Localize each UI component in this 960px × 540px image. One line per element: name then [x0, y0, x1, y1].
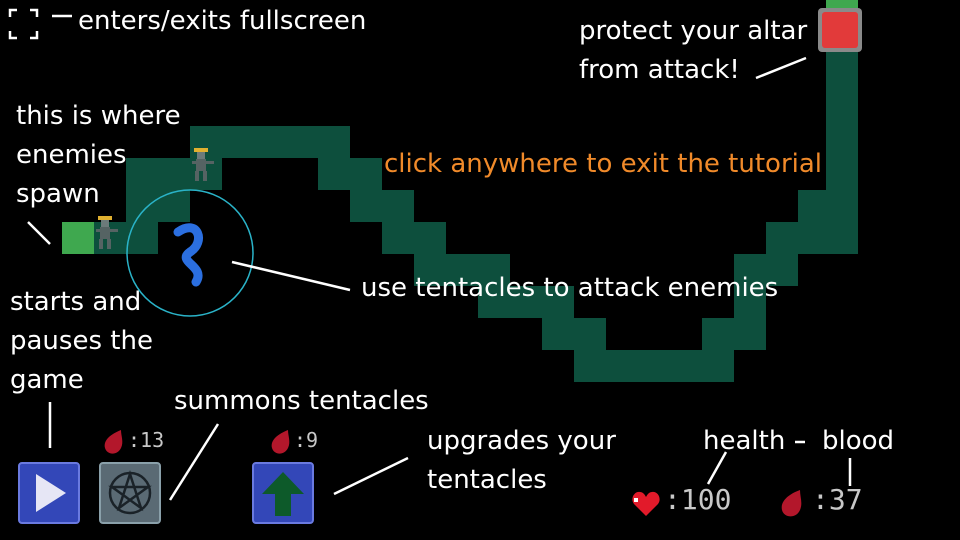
altar-hint-line2: from attack! [579, 55, 740, 85]
altar-hint-line1: protect your altar [579, 16, 808, 46]
health-label: health [703, 426, 786, 456]
exit-tutorial-hint[interactable]: click anywhere to exit the tutorial [384, 145, 822, 183]
upgrade-hint-line2: tentacles [427, 465, 547, 495]
health-value: :100 [664, 483, 732, 516]
fullscreen-icon[interactable] [8, 8, 39, 40]
enemy-spawn-tile [62, 222, 94, 254]
altar-icon [818, 0, 862, 52]
play-icon [36, 474, 66, 512]
upgrade-cost: :9 [294, 428, 319, 452]
blood-drop-icon [271, 430, 290, 454]
spawn-hint-line3: spawn [16, 179, 100, 209]
pentagram-icon [108, 469, 152, 515]
blood-label: blood [822, 426, 895, 456]
blood-drop-icon [781, 490, 802, 517]
game-stage[interactable]: enters/exits fullscreen protect your alt… [0, 0, 960, 540]
upgrade-tentacles-button[interactable] [252, 462, 314, 524]
play-pause-button[interactable] [18, 462, 80, 524]
tentacle-hint: use tentacles to attack enemies [361, 273, 779, 303]
summon-tentacles-button[interactable] [99, 462, 161, 524]
spawn-hint-line1: this is where [16, 101, 181, 131]
tentacle-icon[interactable] [173, 223, 203, 287]
upgrade-hint-line1: upgrades your [427, 426, 616, 456]
heart-icon [632, 491, 660, 516]
play-hint-line2: pauses the [10, 326, 153, 356]
fullscreen-hint: enters/exits fullscreen [78, 6, 367, 36]
play-hint-line3: game [10, 365, 84, 395]
enemy-path [94, 40, 858, 382]
spawn-hint-line2: enemies [16, 140, 127, 170]
play-hint-line1: starts and [10, 287, 142, 317]
summon-hint: summons tentacles [174, 386, 429, 416]
up-arrow-icon [262, 472, 304, 516]
blood-drop-icon [104, 430, 123, 454]
blood-value: :37 [812, 483, 863, 516]
summon-cost: :13 [128, 428, 165, 452]
